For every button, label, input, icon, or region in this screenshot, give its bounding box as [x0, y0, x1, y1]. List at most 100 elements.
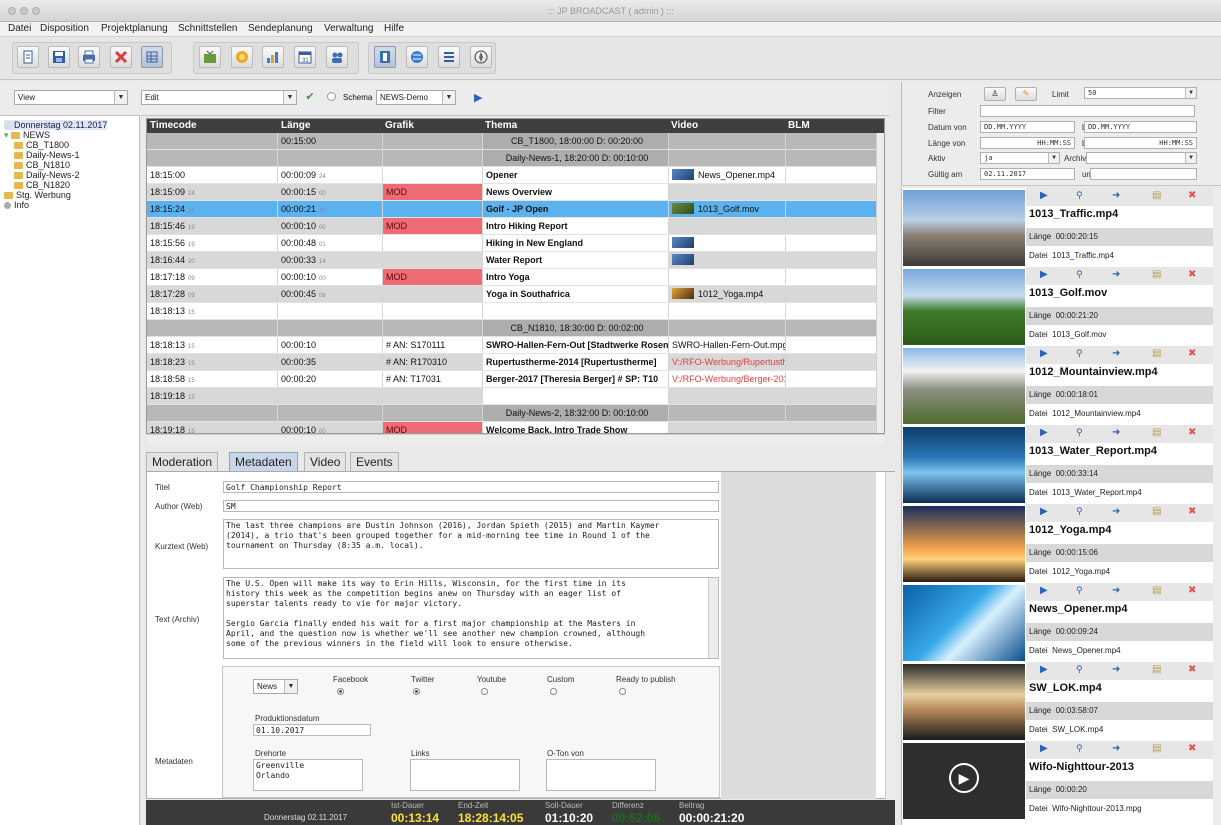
play-circle-icon[interactable]: ▶	[949, 763, 979, 793]
tree-item-cb-t1800[interactable]: CB_T1800	[14, 140, 69, 150]
remove-icon[interactable]: ✖	[1188, 427, 1196, 438]
play-arrow-icon[interactable]: ▶	[474, 91, 482, 104]
play-icon[interactable]: ▶	[1040, 664, 1048, 675]
gueltig-input[interactable]: 02.11.2017	[980, 168, 1075, 180]
tree-item-daily-news-2[interactable]: Daily-News-2	[14, 170, 80, 180]
table-row[interactable]: 18:15:56 19 00:00:48 01 Hiking in New Englan…	[147, 235, 884, 252]
locate-icon[interactable]: ⚲	[1076, 269, 1083, 280]
clipboard-icon[interactable]: ▤	[1152, 506, 1161, 517]
block-separator-row[interactable]: Daily-News-1, 18:20:00 D: 00:10:00	[147, 150, 884, 167]
um-input[interactable]	[1090, 168, 1197, 180]
col-thema[interactable]: Thema	[485, 120, 517, 131]
media-item[interactable]: ▶ ⚲ ➜ ▤ ✖ 1012_Mountainview.mp4 Länge 00:00:18…	[902, 346, 1213, 425]
menu-hilfe[interactable]: Hilfe	[384, 23, 404, 34]
table-row[interactable]: 18:19:18 15 00:00:10 00 MOD Welcome Back, Int…	[147, 422, 884, 433]
table-row[interactable]: 18:18:13 15 00:00:10 # AN: S170111 SWRO-Hall…	[147, 337, 884, 354]
locate-icon[interactable]: ⚲	[1076, 664, 1083, 675]
custom-radio[interactable]	[550, 688, 557, 695]
clipboard-icon[interactable]: ▤	[1152, 427, 1161, 438]
remove-icon[interactable]: ✖	[1188, 190, 1196, 201]
clipboard-icon[interactable]: ▤	[1152, 743, 1161, 754]
table-row[interactable]: 18:18:58 15 00:00:20 # AN: T17031 Berger-201…	[147, 371, 884, 388]
table-row[interactable]: 18:16:44 20 00:00:33 14 Water Report	[147, 252, 884, 269]
locate-icon[interactable]: ⚲	[1076, 743, 1083, 754]
table-row[interactable]: 18:19:18 15	[147, 388, 884, 405]
calendar-icon[interactable]: 31	[294, 46, 316, 68]
new-document-button[interactable]	[17, 46, 39, 68]
text-scrollbar[interactable]	[708, 578, 718, 658]
media-list-scrollbar[interactable]	[1213, 188, 1221, 825]
datum-von-input[interactable]: DD.MM.YYYY	[980, 121, 1075, 133]
coin-icon[interactable]	[231, 46, 253, 68]
schema-combo[interactable]: NEWS-Demo ▼	[376, 90, 456, 105]
locate-icon[interactable]: ⚲	[1076, 190, 1083, 201]
col-video[interactable]: Video	[671, 120, 698, 131]
author-field[interactable]: SM	[223, 500, 719, 512]
media-item[interactable]: ▶ ⚲ ➜ ▤ ✖ 1013_Golf.mov Länge 00:00:21:20 Datei…	[902, 267, 1213, 346]
menu-projektplanung[interactable]: Projektplanung	[101, 23, 168, 34]
locate-icon[interactable]: ⚲	[1076, 427, 1083, 438]
insert-arrow-icon[interactable]: ➜	[1112, 585, 1120, 596]
metadata-vscrollbar[interactable]	[885, 472, 895, 799]
media-item[interactable]: ▶ ⚲ ➜ ▤ ✖ 1012_Yoga.mp4 Länge 00:00:15:06 Datei…	[902, 504, 1213, 583]
media-thumbnail[interactable]	[903, 585, 1025, 661]
media-thumbnail[interactable]	[903, 190, 1025, 266]
kurztext-field[interactable]: The last three champions are Dustin John…	[223, 519, 719, 569]
media-thumbnail[interactable]	[903, 348, 1025, 424]
menu-verwaltung[interactable]: Verwaltung	[324, 23, 373, 34]
laenge-von-input[interactable]: HH:MM:SS	[980, 137, 1075, 149]
chart-icon[interactable]	[262, 46, 284, 68]
insert-arrow-icon[interactable]: ➜	[1112, 348, 1120, 359]
aktiv-combo[interactable]: ja ▼	[980, 152, 1060, 164]
tree-item-cb-n1810[interactable]: CB_N1810	[14, 160, 70, 170]
media-thumbnail[interactable]	[903, 664, 1025, 740]
table-row[interactable]: 18:17:18 09 00:00:10 00 MOD Intro Yoga	[147, 269, 884, 286]
play-icon[interactable]: ▶	[1040, 427, 1048, 438]
filter-input[interactable]	[980, 105, 1195, 117]
tab-metadaten[interactable]: Metadaten	[229, 452, 298, 471]
table-vscrollbar[interactable]	[876, 133, 884, 433]
tree-folder-werbung[interactable]: Stg. Werbung	[4, 190, 71, 200]
film-icon[interactable]	[374, 46, 396, 68]
titel-field[interactable]: Golf Championship Report	[223, 481, 719, 493]
edit-filter-button[interactable]: ✎	[1015, 87, 1037, 101]
col-blm[interactable]: BLM	[788, 120, 810, 131]
list-icon[interactable]	[438, 46, 460, 68]
table-row[interactable]: 18:18:13 15	[147, 303, 884, 320]
block-separator-row[interactable]: 00:15:00 CB_T1800, 18:00:00 D: 00:20:00	[147, 133, 884, 150]
drehorte-field[interactable]: Greenville Orlando	[253, 759, 363, 791]
block-separator-row[interactable]: CB_N1810, 18:30:00 D: 00:02:00	[147, 320, 884, 337]
play-icon[interactable]: ▶	[1040, 585, 1048, 596]
clipboard-icon[interactable]: ▤	[1152, 585, 1161, 596]
delete-button[interactable]	[110, 46, 132, 68]
table-row[interactable]: 18:18:23 15 00:00:35 # AN: R170310 Rupertust…	[147, 354, 884, 371]
remove-icon[interactable]: ✖	[1188, 743, 1196, 754]
table-row[interactable]: 18:15:24 24 00:00:21 20 Golf - JP Open 1013_G…	[147, 201, 884, 218]
clipboard-icon[interactable]: ▤	[1152, 348, 1161, 359]
laenge-bis-input[interactable]: HH:MM:SS	[1084, 137, 1197, 149]
media-item[interactable]: ▶ ⚲ ➜ ▤ ✖ 1013_Traffic.mp4 Länge 00:00:20:15 Da…	[902, 188, 1213, 267]
clipboard-icon[interactable]: ▤	[1152, 269, 1161, 280]
play-icon[interactable]: ▶	[1040, 743, 1048, 754]
globe-icon[interactable]	[406, 46, 428, 68]
tab-moderation[interactable]: Moderation	[146, 452, 219, 471]
remove-icon[interactable]: ✖	[1188, 269, 1196, 280]
filter-user-button[interactable]: ♙	[984, 87, 1006, 101]
datum-bis-input[interactable]: DD.MM.YYYY	[1084, 121, 1197, 133]
remove-icon[interactable]: ✖	[1188, 348, 1196, 359]
media-thumbnail[interactable]	[903, 506, 1025, 582]
youtube-radio[interactable]	[481, 688, 488, 695]
insert-arrow-icon[interactable]: ➜	[1112, 427, 1120, 438]
print-button[interactable]	[78, 46, 100, 68]
links-field[interactable]	[410, 759, 520, 791]
table-row[interactable]: 18:17:28 09 00:00:45 06 Yoga in Southafrica 1…	[147, 286, 884, 303]
facebook-radio[interactable]	[337, 688, 344, 695]
media-thumbnail[interactable]	[903, 269, 1025, 345]
menu-datei[interactable]: Datei	[8, 23, 31, 34]
locate-icon[interactable]: ⚲	[1076, 348, 1083, 359]
text-archiv-field[interactable]: The U.S. Open will make its way to Erin …	[223, 577, 719, 659]
insert-arrow-icon[interactable]: ➜	[1112, 506, 1120, 517]
confirm-check-icon[interactable]: ✔	[303, 90, 317, 104]
users-icon[interactable]	[326, 46, 348, 68]
locate-icon[interactable]: ⚲	[1076, 585, 1083, 596]
